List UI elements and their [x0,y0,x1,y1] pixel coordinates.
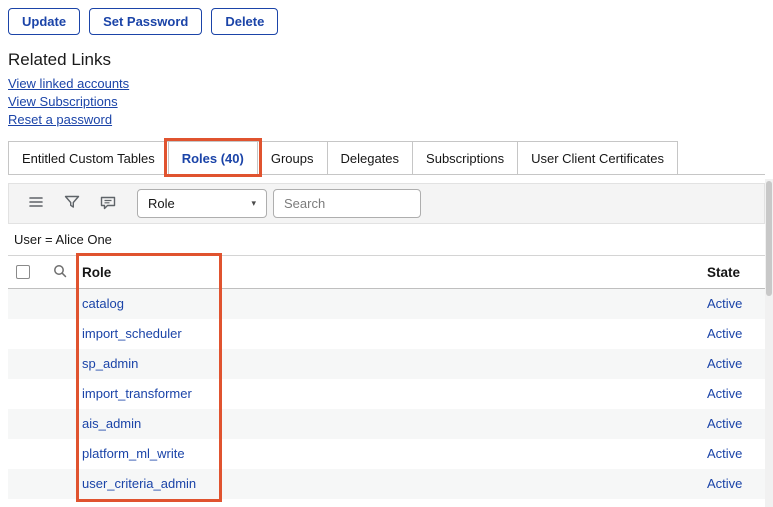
state-value: Active [707,416,742,431]
tab[interactable]: User Client Certificates [517,141,678,174]
state-value: Active [707,356,742,371]
table-header-row: Role State [8,256,765,289]
related-link[interactable]: View linked accounts [8,76,129,91]
servicenow-user-record-page: Update Set Password Delete Related Links… [0,0,773,507]
table-row: platform_ml_write Active [8,439,765,469]
role-link[interactable]: user_criteria_admin [82,476,196,491]
list-toolbar: Role ▾ [8,183,765,224]
state-value: Active [707,326,742,341]
table-row: catalog Active [8,289,765,319]
filter-icon [63,193,81,214]
tab[interactable]: Delegates [327,141,414,174]
state-value: Active [707,386,742,401]
chevron-down-icon: ▾ [251,198,256,209]
search-icon[interactable] [52,267,68,282]
search-field-dropdown[interactable]: Role ▾ [137,189,267,218]
list-tabs: Entitled Custom Tables Roles (40) Groups… [8,141,765,175]
role-link[interactable]: import_scheduler [82,326,182,341]
breadcrumb[interactable]: User = Alice One [0,224,773,255]
related-link[interactable]: Reset a password [8,112,112,127]
update-button[interactable]: Update [8,8,80,35]
tab[interactable]: Roles (40) [168,141,258,174]
role-link[interactable]: catalog [82,296,124,311]
role-link[interactable]: sp_admin [82,356,138,371]
search-field-value: Role [148,196,175,211]
table-row: ais_admin Active [8,409,765,439]
table-row: import_transformer Active [8,379,765,409]
role-link[interactable]: platform_ml_write [82,446,185,461]
delete-button[interactable]: Delete [211,8,278,35]
state-value: Active [707,296,742,311]
tab[interactable]: Entitled Custom Tables [8,141,169,174]
search-input[interactable] [273,189,421,218]
tab[interactable]: Subscriptions [412,141,518,174]
roles-list-table: Role State catalog Active import_schedul… [8,255,765,499]
role-link[interactable]: import_transformer [82,386,192,401]
select-all-checkbox[interactable] [16,265,30,279]
role-link[interactable]: ais_admin [82,416,141,431]
state-value: Active [707,446,742,461]
tab[interactable]: Groups [257,141,328,174]
vertical-scrollbar[interactable] [765,179,773,507]
chat-button[interactable] [93,189,123,219]
filter-button[interactable] [57,189,87,219]
chat-icon [99,193,117,214]
table-row: import_scheduler Active [8,319,765,349]
related-link[interactable]: View Subscriptions [8,94,118,109]
table-row: sp_admin Active [8,349,765,379]
scrollbar-thumb[interactable] [766,181,772,296]
related-links-heading: Related Links [8,50,773,70]
set-password-button[interactable]: Set Password [89,8,202,35]
column-header-state[interactable]: State [699,256,765,289]
state-value: Active [707,476,742,491]
column-header-role[interactable]: Role [74,256,699,289]
menu-icon [27,193,45,214]
list-controls-button[interactable] [21,189,51,219]
table-row: user_criteria_admin Active [8,469,765,499]
record-action-bar: Update Set Password Delete [0,0,773,35]
related-links-list: View linked accounts View Subscriptions … [8,76,773,127]
